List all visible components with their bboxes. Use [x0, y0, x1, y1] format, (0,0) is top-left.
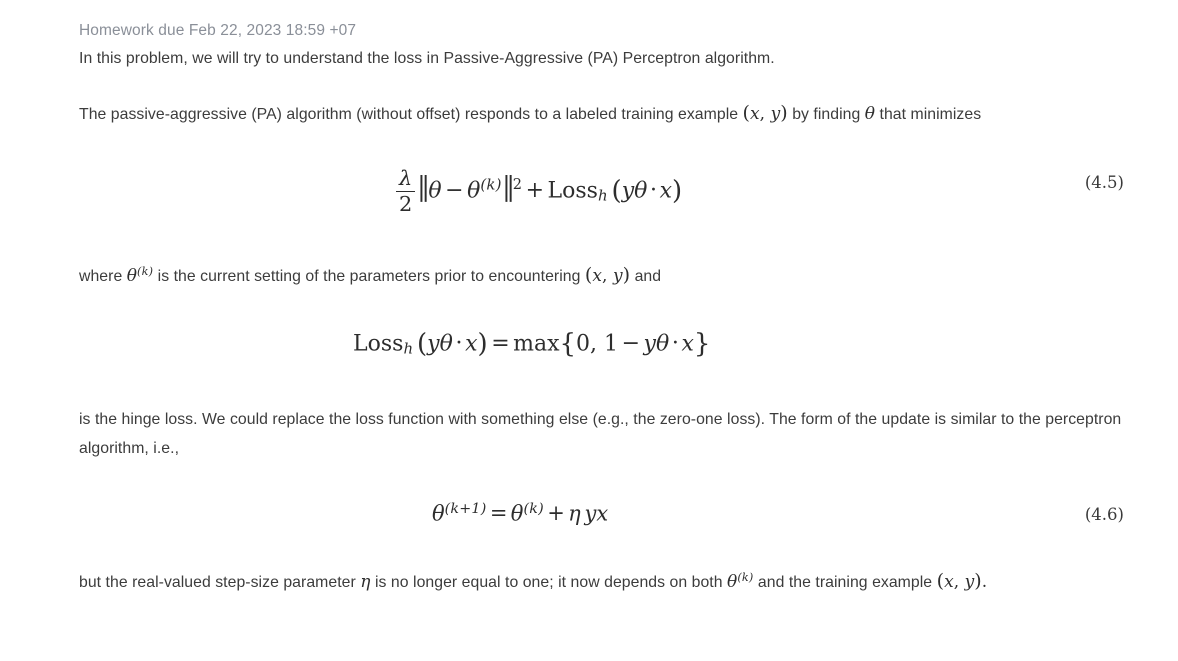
homework-due-line: Homework due Feb 22, 2023 18:59 +07: [79, 22, 357, 39]
paragraph-4-part-b: is no longer equal to one; it now depend…: [374, 573, 723, 591]
superscript-k: (k): [480, 175, 502, 194]
dot-operator: ·: [671, 331, 679, 357]
paragraph-4-part-a: but the real-valued step-size parameter: [79, 573, 356, 591]
equation-3-tag: (4.6): [1084, 504, 1124, 524]
equation-1-expression: λ 2 ∥θ − θ(k)∥2 + Lossh (yθ · x): [394, 168, 682, 215]
theta-symbol: θ: [510, 501, 524, 526]
one-value: 1: [604, 331, 619, 357]
paragraph-2-part-c: and: [634, 267, 662, 285]
yx-symbols: yx: [584, 501, 609, 526]
norm-bar-close: ∥: [502, 172, 514, 207]
equation-1-block: λ 2 ∥θ − θ(k)∥2 + Lossh (yθ · x) (4.5): [79, 155, 1138, 229]
minus-operator: −: [621, 331, 640, 357]
theta-symbol: θ: [655, 331, 670, 357]
loss-subscript-h: h: [597, 186, 608, 205]
plus-operator: +: [547, 501, 565, 526]
equation-3-expression: θ(k+1) = θ(k) + η yx: [432, 501, 608, 525]
inline-math-xy-2: (x, y): [584, 263, 631, 286]
theta-symbol: θ: [432, 501, 445, 526]
paragraph-3-line-1: is the hinge loss. We could replace the …: [79, 410, 947, 428]
inline-math-theta-k-2: θ(k): [727, 571, 754, 592]
plus-operator: +: [525, 178, 544, 204]
paragraph-1-part-b: by finding: [792, 106, 861, 123]
paragraph-3: is the hinge loss. We could replace the …: [79, 405, 1138, 463]
loss-name: Loss: [547, 178, 598, 204]
x-symbol: x: [659, 178, 673, 204]
eta-symbol: η: [568, 501, 581, 526]
paren-close: ): [477, 328, 488, 359]
superscript-k: (k): [523, 500, 544, 517]
fraction-lambda-over-two: λ2: [396, 166, 416, 215]
equals-operator: =: [491, 331, 510, 357]
x-symbol: x: [681, 331, 694, 357]
paragraph-4: but the real-valued step-size parameter …: [79, 563, 1138, 597]
inline-math-theta-1: θ: [864, 104, 876, 124]
theta-symbol: θ: [634, 178, 648, 204]
equation-2-block: Lossh (yθ · x) = max{0, 1− yθ · x}: [79, 329, 1138, 359]
paragraph-2-part-a: where: [79, 267, 123, 285]
loss-subscript-h: h: [403, 339, 414, 358]
theta-symbol: θ: [439, 331, 453, 357]
equation-2-expression: Lossh (yθ · x) = max{0, 1− yθ · x}: [353, 329, 710, 359]
paren-close: ): [672, 175, 683, 206]
norm-bar-open: ∥: [418, 172, 429, 207]
y-symbol: y: [621, 178, 635, 204]
y-symbol: y: [427, 331, 440, 357]
equals-operator: =: [489, 501, 508, 526]
fraction-denominator: 2: [396, 190, 416, 215]
superscript-k-plus-1: (k+1): [444, 500, 487, 517]
brace-close: }: [693, 328, 711, 359]
paren-open: (: [611, 175, 622, 206]
paragraph-1-part-c: that minimizes: [879, 106, 982, 123]
x-symbol: x: [465, 331, 478, 357]
inline-math-xy-1: (x, y): [742, 102, 788, 124]
paren-open: (: [417, 328, 428, 359]
theta-symbol: θ: [467, 178, 481, 204]
theta-symbol: θ: [428, 178, 442, 204]
paragraph-1: The passive-aggressive (PA) algorithm (w…: [79, 99, 1138, 129]
comma: ,: [590, 331, 605, 357]
paragraph-2: where θ(k) is the current setting of the…: [79, 257, 1138, 291]
paragraph-2-part-b: is the current setting of the parameters…: [157, 267, 581, 285]
inline-math-theta-k-1: θ(k): [126, 264, 154, 286]
inline-math-xy-3: (x, y).: [936, 569, 988, 592]
equation-3-block: θ(k+1) = θ(k) + η yx (4.6): [79, 501, 1138, 525]
minus-operator: −: [445, 178, 464, 204]
dot-operator: ·: [650, 178, 657, 204]
brace-open: {: [559, 328, 577, 359]
zero-value: 0: [576, 331, 591, 357]
inline-math-eta: η: [360, 571, 371, 592]
dot-operator: ·: [455, 331, 463, 357]
loss-name: Loss: [353, 331, 404, 357]
equation-1-tag: (4.5): [1084, 173, 1124, 192]
y-symbol: y: [643, 331, 656, 357]
document-page: Homework due Feb 22, 2023 18:59 +07 In t…: [0, 0, 1178, 661]
paragraph-1-part-a: The passive-aggressive (PA) algorithm (w…: [79, 106, 739, 123]
fraction-numerator: λ: [399, 166, 413, 190]
intro-paragraph: In this problem, we will try to understa…: [79, 50, 775, 67]
exponent-two: 2: [512, 177, 523, 193]
paragraph-4-part-c: and the training example: [757, 573, 933, 591]
max-name: max: [513, 331, 560, 357]
